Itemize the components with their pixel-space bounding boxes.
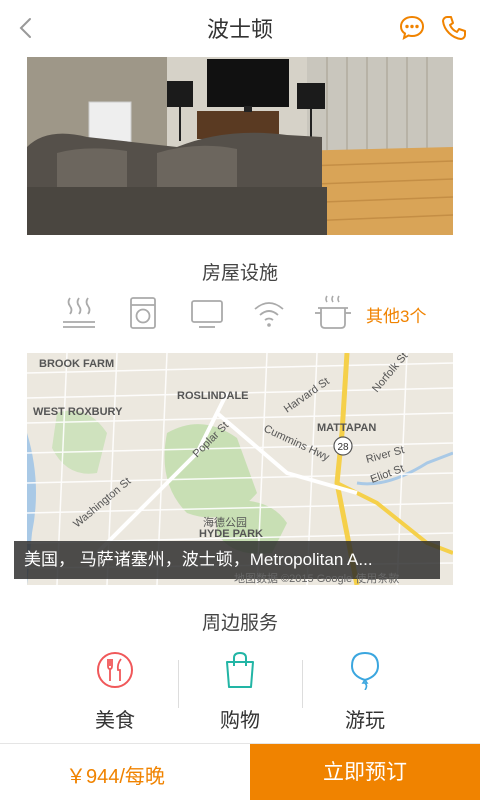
tv-icon	[191, 300, 223, 328]
facilities-row: 其他3个	[0, 290, 480, 340]
cooking-pot-icon	[315, 295, 351, 329]
washing-machine-icon	[130, 297, 156, 329]
svg-text:28: 28	[337, 442, 349, 453]
services-title: 周边服务	[201, 613, 278, 634]
phone-icon[interactable]	[440, 14, 468, 42]
chat-bubble-icon[interactable]	[398, 14, 426, 42]
book-now-button[interactable]: 立即预订	[250, 744, 480, 800]
booking-bar: ￥944/每晚 立即预订	[0, 743, 480, 800]
room-photo[interactable]	[27, 57, 453, 235]
price-per-night: ￥944/每晚	[66, 766, 165, 788]
wifi-icon	[254, 302, 284, 327]
service-food[interactable]: 美食	[55, 648, 175, 732]
services-row: 美食 购物 游玩	[0, 648, 480, 732]
food-icon	[97, 652, 133, 688]
svg-text:MATTAPAN: MATTAPAN	[317, 422, 376, 434]
service-play-label: 游玩	[345, 710, 385, 732]
divider	[302, 660, 303, 708]
shopping-bag-icon	[226, 651, 254, 688]
service-shopping-label: 购物	[220, 710, 260, 732]
other-facilities-link[interactable]: 其他3个	[366, 302, 426, 327]
balloon-icon	[350, 651, 380, 690]
service-food-label: 美食	[95, 710, 135, 732]
svg-text:HYDE PARK: HYDE PARK	[199, 528, 263, 540]
svg-text:WEST ROXBURY: WEST ROXBURY	[33, 406, 123, 418]
service-shopping[interactable]: 购物	[180, 648, 300, 732]
svg-text:海德公园: 海德公园	[203, 515, 247, 529]
divider	[178, 660, 179, 708]
heater-icon	[63, 297, 95, 328]
header: 波士顿	[0, 0, 480, 56]
map-credit: 地图数据 ©2015 Google 使用条款	[234, 573, 400, 585]
svg-text:ROSLINDALE: ROSLINDALE	[177, 390, 249, 402]
facilities-title: 房屋设施	[201, 263, 278, 284]
service-play[interactable]: 游玩	[305, 648, 425, 732]
svg-text:BROOK FARM: BROOK FARM	[39, 358, 114, 370]
living-room-image	[27, 57, 453, 235]
